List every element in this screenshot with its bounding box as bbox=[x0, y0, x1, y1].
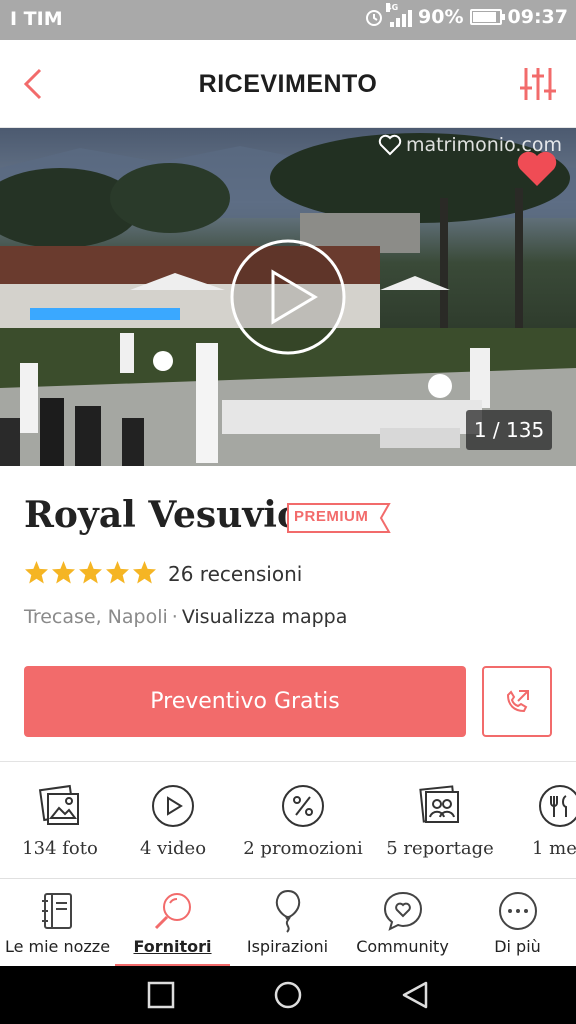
stat-reportage-label: 5 reportage bbox=[386, 838, 494, 859]
signal-icon: 4G bbox=[386, 3, 413, 27]
stat-promotions-label: 2 promozioni bbox=[243, 838, 363, 859]
back-icon[interactable] bbox=[400, 980, 430, 1010]
star-icon bbox=[25, 561, 48, 584]
call-button[interactable] bbox=[482, 666, 552, 737]
premium-badge: PREMIUM bbox=[287, 503, 391, 533]
stat-menu-label: 1 menu bbox=[532, 838, 576, 859]
rating-stars bbox=[24, 560, 157, 585]
star-icon bbox=[106, 561, 129, 584]
recent-apps-icon[interactable] bbox=[146, 980, 176, 1010]
nav-inspirations[interactable]: Ispirazioni bbox=[230, 879, 345, 967]
reportage-icon bbox=[419, 785, 459, 823]
system-nav-bar bbox=[0, 966, 576, 1024]
stat-reportage[interactable]: 5 reportage bbox=[380, 780, 500, 859]
notebook-icon bbox=[41, 893, 72, 929]
balloon-icon bbox=[275, 889, 300, 933]
bottom-nav: Le mie nozze Fornitori Ispirazioni Commu… bbox=[0, 878, 576, 967]
page-title: RICEVIMENTO bbox=[198, 70, 378, 98]
stat-promotions[interactable]: 2 promozioni bbox=[243, 780, 363, 859]
heart-icon[interactable] bbox=[516, 150, 558, 188]
status-bar: I TIM 4G 90% 09:37 bbox=[0, 0, 576, 40]
app-header: RICEVIMENTO bbox=[0, 40, 576, 128]
free-quote-label: Preventivo Gratis bbox=[150, 689, 340, 714]
network-type: 4G bbox=[386, 3, 399, 12]
stat-menu[interactable]: 1 menu bbox=[520, 780, 576, 859]
alarm-icon bbox=[366, 10, 383, 26]
play-icon[interactable] bbox=[229, 238, 347, 356]
nav-my-wedding-label: Le mie nozze bbox=[4, 937, 111, 956]
photo-counter: 1 / 135 bbox=[466, 410, 552, 450]
media-stats: 134 foto 4 video 2 promozioni 5 reportag… bbox=[0, 780, 576, 870]
photo-icon bbox=[38, 784, 79, 825]
nav-vendors[interactable]: Fornitori bbox=[115, 879, 230, 967]
vendor-name: Royal Vesuvio bbox=[24, 494, 301, 536]
nav-inspirations-label: Ispirazioni bbox=[246, 937, 329, 956]
phone-external-icon bbox=[506, 689, 529, 712]
search-icon bbox=[154, 893, 191, 930]
chat-heart-icon bbox=[383, 891, 422, 931]
cutlery-icon bbox=[539, 785, 576, 827]
photo-gallery[interactable]: matrimonio.com 1 / 135 bbox=[0, 128, 576, 466]
battery-percent: 90% bbox=[418, 6, 464, 28]
location-city: Trecase, Napoli bbox=[24, 606, 168, 628]
map-link[interactable]: Visualizza mappa bbox=[182, 606, 348, 628]
nav-more-label: Di più bbox=[494, 937, 541, 956]
nav-more[interactable]: Di più bbox=[460, 879, 575, 967]
divider bbox=[0, 761, 576, 762]
clock: 09:37 bbox=[507, 6, 568, 28]
nav-community-label: Community bbox=[356, 937, 449, 956]
carrier-name: I TIM bbox=[10, 8, 63, 30]
stat-videos[interactable]: 4 video bbox=[113, 780, 233, 859]
stat-photos-label: 134 foto bbox=[22, 838, 98, 859]
heart-outline-icon bbox=[378, 134, 402, 156]
stat-videos-label: 4 video bbox=[139, 838, 207, 859]
location: Trecase, Napoli · Visualizza mappa bbox=[24, 606, 347, 628]
battery-icon bbox=[469, 9, 505, 25]
location-separator: · bbox=[171, 606, 178, 628]
premium-label: PREMIUM bbox=[294, 508, 369, 525]
nav-my-wedding[interactable]: Le mie nozze bbox=[0, 879, 115, 967]
star-icon bbox=[79, 561, 102, 584]
star-icon bbox=[52, 561, 75, 584]
percent-icon bbox=[282, 785, 324, 827]
sliders-icon[interactable] bbox=[518, 64, 558, 104]
reviews-link[interactable]: 26 recensioni bbox=[168, 562, 302, 586]
home-icon[interactable] bbox=[273, 980, 303, 1010]
nav-vendors-label: Fornitori bbox=[133, 937, 212, 956]
video-play-icon bbox=[152, 785, 194, 827]
star-icon bbox=[133, 561, 156, 584]
nav-community[interactable]: Community bbox=[345, 879, 460, 967]
free-quote-button[interactable]: Preventivo Gratis bbox=[24, 666, 466, 737]
stat-photos[interactable]: 134 foto bbox=[0, 780, 120, 859]
more-icon bbox=[498, 892, 537, 930]
